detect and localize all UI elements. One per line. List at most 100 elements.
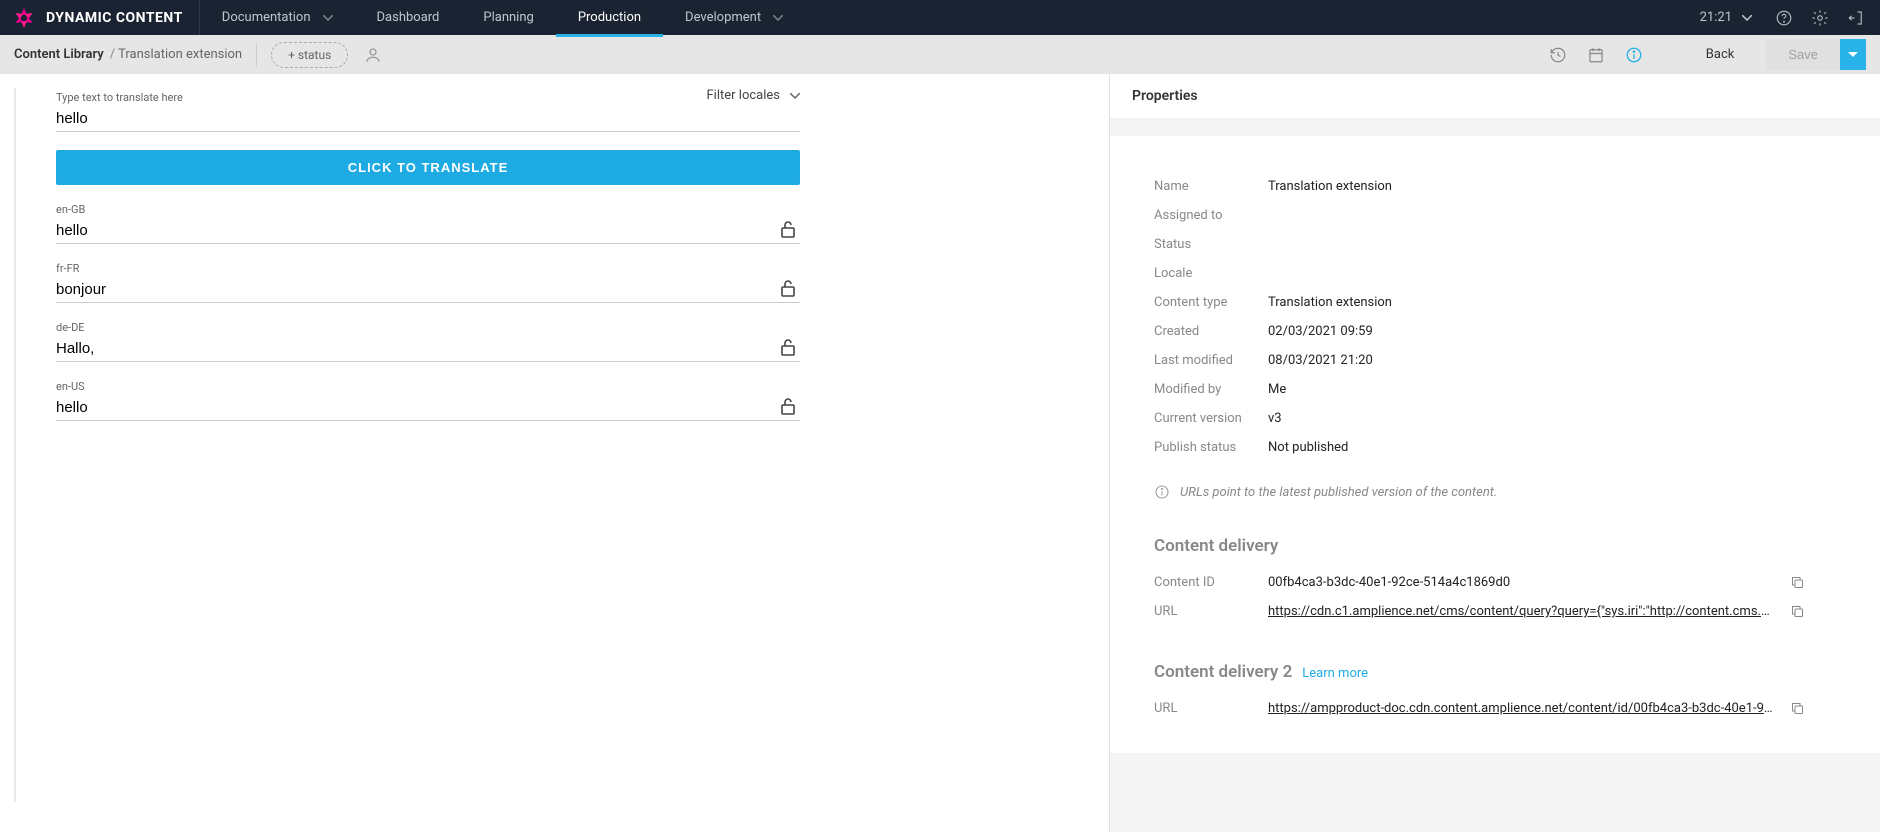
label: Content ID (1154, 575, 1268, 590)
value: 02/03/2021 09:59 (1268, 324, 1373, 339)
label: Current version (1154, 411, 1268, 426)
url-note: URLs point to the latest published versi… (1154, 484, 1836, 500)
locale-label: en-GB (56, 203, 800, 216)
label: Content type (1154, 295, 1268, 310)
info-icon (1154, 484, 1170, 500)
copy-delivery1-url[interactable] (1790, 604, 1805, 619)
heading-text: Content delivery (1154, 536, 1278, 556)
label: Status (1154, 237, 1268, 252)
label: Last modified (1154, 353, 1268, 368)
save-menu-caret[interactable] (1840, 39, 1866, 70)
top-nav: DYNAMIC CONTENT Documentation Dashboard … (0, 0, 1880, 35)
nav-development[interactable]: Development (663, 0, 805, 35)
label: Publish status (1154, 440, 1268, 455)
prop-publish-status: Publish statusNot published (1154, 433, 1836, 462)
calendar-icon (1587, 46, 1605, 64)
delivery2-url-row: URL https://ampproduct-doc.cdn.content.a… (1154, 694, 1836, 723)
history-icon (1549, 46, 1567, 64)
locale-input-de-de[interactable] (56, 334, 800, 362)
nav-dashboard-label: Dashboard (377, 10, 440, 25)
brand-text: DYNAMIC CONTENT (46, 10, 183, 26)
label: Created (1154, 324, 1268, 339)
prop-status: Status (1154, 230, 1836, 259)
translate-button[interactable]: CLICK TO TRANSLATE (56, 150, 800, 185)
prop-locale: Locale (1154, 259, 1836, 288)
prop-created: Created02/03/2021 09:59 (1154, 317, 1836, 346)
content-delivery-heading: Content delivery (1154, 536, 1836, 556)
locale-label: en-US (56, 380, 800, 393)
sub-bar: Content Library / Translation extension … (0, 35, 1880, 74)
value: v3 (1268, 411, 1282, 426)
main: Filter locales Type text to translate he… (0, 74, 1880, 832)
breadcrumb-sep: / (110, 47, 115, 62)
learn-more-link[interactable]: Learn more (1302, 666, 1368, 681)
prop-content-type: Content typeTranslation extension (1154, 288, 1836, 317)
breadcrumb-leaf: Translation extension (118, 47, 242, 62)
copy-icon (1790, 701, 1805, 716)
unlock-icon[interactable] (780, 220, 796, 238)
help-icon (1775, 9, 1793, 27)
label: Modified by (1154, 382, 1268, 397)
nav-planning-label: Planning (483, 10, 533, 25)
copy-icon (1790, 575, 1805, 590)
nav-items: Documentation Dashboard Planning Product… (200, 0, 805, 35)
nav-dashboard[interactable]: Dashboard (355, 0, 462, 35)
assignee-button[interactable] (364, 46, 382, 64)
prop-name: NameTranslation extension (1154, 172, 1836, 201)
nav-time[interactable]: 21:21 (1688, 10, 1764, 25)
unlock-icon[interactable] (780, 279, 796, 297)
calendar-button[interactable] (1586, 45, 1606, 65)
unlock-icon[interactable] (780, 338, 796, 356)
back-button[interactable]: Back (1692, 47, 1749, 62)
vertical-rule (14, 88, 16, 802)
history-button[interactable] (1548, 45, 1568, 65)
nav-documentation-label: Documentation (222, 10, 311, 25)
locale-input-en-gb[interactable] (56, 216, 800, 244)
locale-row-de-de: de-DE (56, 321, 800, 362)
delivery2-url[interactable]: https://ampproduct-doc.cdn.content.ampli… (1268, 701, 1776, 716)
caret-down-icon (1848, 52, 1858, 58)
source-input[interactable] (56, 104, 800, 132)
locale-row-en-gb: en-GB (56, 203, 800, 244)
gear-icon (1811, 9, 1829, 27)
copy-icon (1790, 604, 1805, 619)
label: Assigned to (1154, 208, 1268, 223)
form-area: Filter locales Type text to translate he… (56, 88, 800, 802)
nav-planning[interactable]: Planning (461, 0, 555, 35)
breadcrumb-root[interactable]: Content Library (14, 47, 104, 62)
properties-card: NameTranslation extension Assigned to St… (1110, 136, 1880, 753)
chevron-down-icon (790, 93, 800, 99)
locale-label: de-DE (56, 321, 800, 334)
info-button[interactable] (1624, 45, 1644, 65)
nav-time-label: 21:21 (1700, 10, 1732, 25)
url-note-text: URLs point to the latest published versi… (1180, 485, 1497, 500)
copy-delivery2-url[interactable] (1790, 701, 1805, 716)
prop-current-version: Current versionv3 (1154, 404, 1836, 433)
nav-production[interactable]: Production (556, 0, 663, 35)
locale-input-fr-fr[interactable] (56, 275, 800, 303)
delivery1-url[interactable]: https://cdn.c1.amplience.net/cms/content… (1268, 604, 1776, 619)
unlock-icon[interactable] (780, 397, 796, 415)
copy-content-id[interactable] (1790, 575, 1805, 590)
nav-right: 21:21 (1688, 0, 1880, 35)
chevron-down-icon (1742, 15, 1752, 21)
add-status-chip[interactable]: + status (271, 42, 348, 68)
logout-button[interactable] (1840, 2, 1872, 34)
chevron-down-icon (323, 15, 333, 21)
chevron-down-icon (773, 15, 783, 21)
label: URL (1154, 701, 1268, 716)
locale-label: fr-FR (56, 262, 800, 275)
value: 08/03/2021 21:20 (1268, 353, 1373, 368)
label: URL (1154, 604, 1268, 619)
value: Translation extension (1268, 295, 1392, 310)
delivery1-url-row: URL https://cdn.c1.amplience.net/cms/con… (1154, 597, 1836, 626)
logo-area: DYNAMIC CONTENT (0, 0, 200, 35)
settings-button[interactable] (1804, 2, 1836, 34)
prop-modified-by: Modified byMe (1154, 375, 1836, 404)
locale-input-en-us[interactable] (56, 393, 800, 421)
pinwheel-icon (12, 6, 36, 30)
nav-documentation[interactable]: Documentation (200, 0, 355, 35)
help-button[interactable] (1768, 2, 1800, 34)
label: Name (1154, 179, 1268, 194)
properties-title: Properties (1110, 74, 1880, 118)
